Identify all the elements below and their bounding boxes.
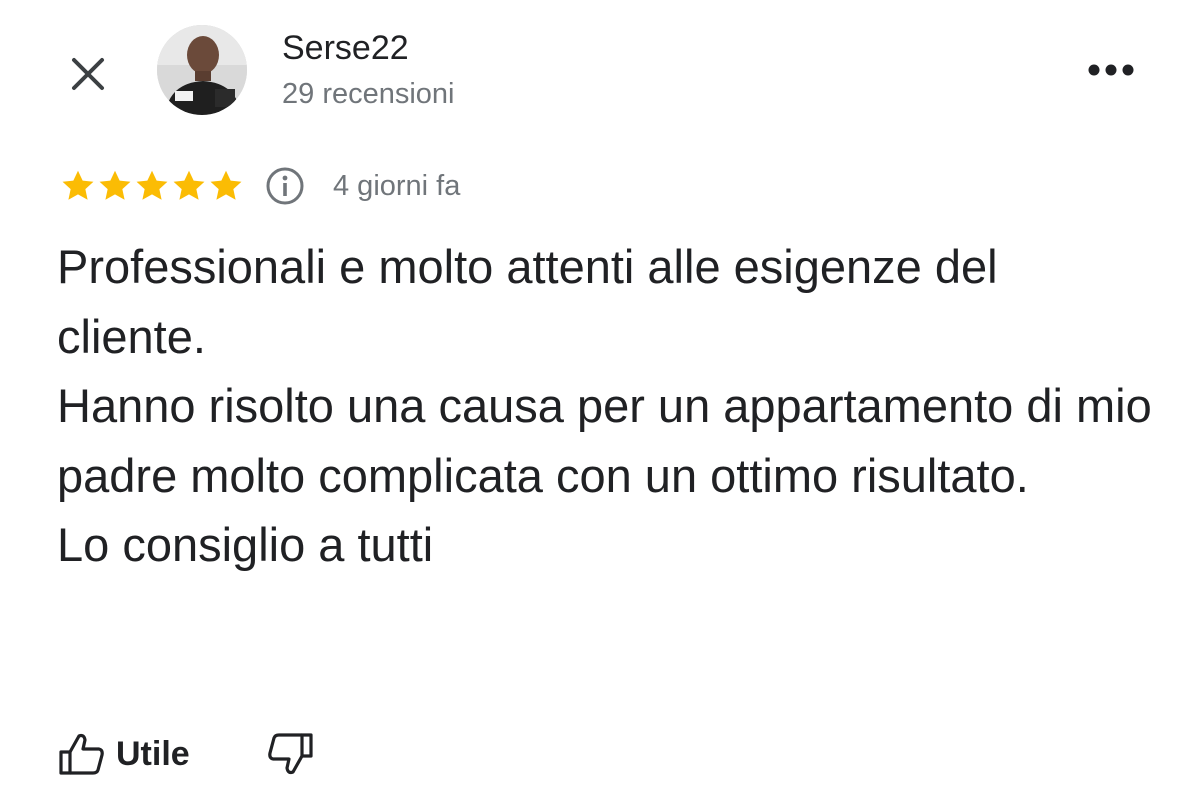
close-icon — [72, 58, 104, 90]
review-actions: Utile — [58, 728, 314, 780]
star-rating — [60, 168, 245, 204]
star-icon — [173, 170, 205, 200]
star-icon — [62, 170, 94, 200]
more-options-button[interactable] — [1080, 50, 1142, 90]
avatar[interactable] — [157, 25, 247, 115]
author-review-count: 29 recensioni — [282, 78, 455, 110]
review-time: 4 giorni fa — [333, 169, 461, 202]
star-icon — [99, 170, 131, 200]
review-paragraph: Lo consiglio a tutti — [57, 518, 434, 572]
rating-row: 4 giorni fa — [60, 164, 460, 208]
helpful-label: Utile — [116, 734, 190, 773]
thumbs-down-icon — [267, 733, 313, 775]
thumbs-up-icon — [59, 733, 104, 775]
review-paragraph: Professionali e molto attenti alle esige… — [57, 240, 998, 363]
star-icon — [210, 170, 242, 200]
review-paragraph: Hanno risolto una causa per un appartame… — [57, 379, 1152, 502]
author-name[interactable]: Serse22 — [282, 28, 409, 68]
review-body: Professionali e molto attenti alle esige… — [57, 232, 1157, 580]
star-icon — [136, 170, 168, 200]
close-button[interactable] — [62, 48, 114, 100]
dislike-button[interactable] — [266, 732, 314, 776]
info-icon[interactable] — [265, 166, 305, 206]
more-horizontal-icon — [1088, 64, 1134, 76]
helpful-button[interactable]: Utile — [58, 732, 190, 776]
author-photo — [157, 25, 247, 115]
